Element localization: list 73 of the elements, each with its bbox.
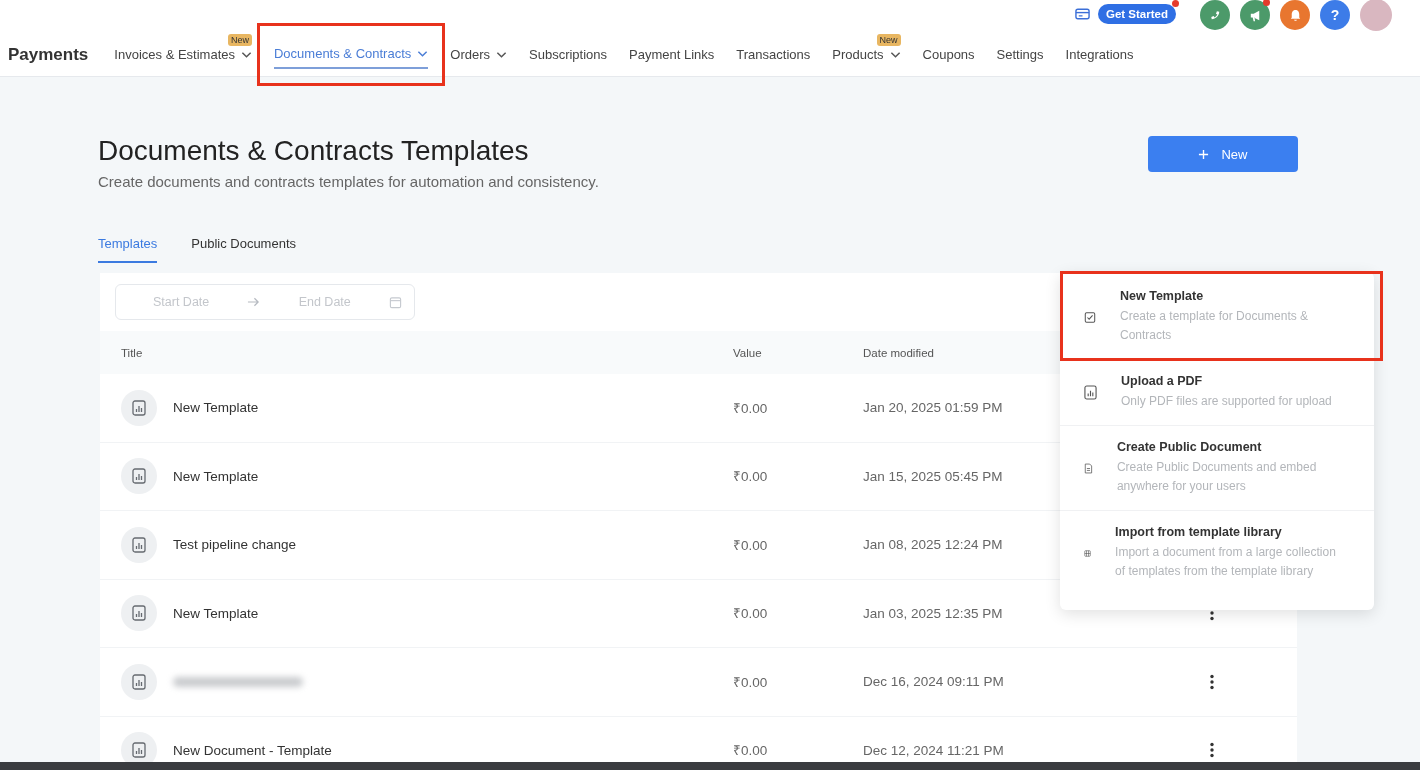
document-chart-icon	[1084, 385, 1097, 400]
template-title[interactable]: Test pipeline change	[173, 537, 297, 553]
chevron-down-icon	[889, 50, 901, 59]
nav-tab[interactable]: Settings	[996, 41, 1044, 68]
menu-item-description: Import a document from a large collection of templates from the template library	[1115, 544, 1337, 580]
phone-button[interactable]	[1200, 0, 1230, 30]
date-cell: Dec 16, 2024 09:11 PM	[863, 674, 1004, 690]
menu-item-description: Only PDF files are supported for upload	[1121, 393, 1332, 410]
document-chart-icon	[121, 389, 157, 426]
arrow-icon	[247, 297, 261, 307]
document-icon	[1084, 460, 1093, 476]
tab[interactable]: Public Documents	[191, 228, 297, 263]
value-cell-text: ₹0.00	[733, 468, 769, 486]
chevron-down-icon	[496, 50, 507, 59]
page-subtitle: Create documents and contracts templates for automation and consistency.	[98, 173, 599, 190]
notification-dot	[1263, 0, 1270, 6]
menu-item-title: New Template	[1120, 289, 1205, 303]
document-chart-icon	[121, 526, 157, 563]
menu-item-title: Import from template library	[1115, 525, 1283, 539]
new-badge: New	[227, 34, 252, 46]
menu-item[interactable]: Create Public Document Create Public Documents and embed anywhere for your users	[1060, 426, 1374, 511]
value-cell-text: ₹0.00	[733, 399, 769, 417]
menu-item-description: Create a template for Documents & Contracts	[1120, 308, 1310, 344]
date-cell: Jan 15, 2025 05:45 PM	[863, 468, 1003, 484]
chevron-down-icon	[241, 50, 252, 59]
date-cell: Jan 03, 2025 12:35 PM	[863, 605, 1003, 621]
end-date-placeholder: End Date	[298, 295, 351, 309]
app-title: Payments	[8, 44, 89, 65]
date-cell: Jan 08, 2025 12:24 PM	[863, 537, 1003, 553]
nav-tab[interactable]: Coupons	[922, 41, 975, 68]
template-title[interactable]: New Document - Template	[173, 742, 332, 758]
value-cell-text: ₹0.00	[733, 742, 769, 760]
plus-icon	[1198, 148, 1210, 160]
card-icon[interactable]	[1075, 8, 1090, 20]
column-header: Title	[120, 346, 144, 359]
column-header: Value	[733, 346, 763, 359]
menu-item-title: Create Public Document	[1116, 440, 1263, 454]
help-button[interactable]: ?	[1320, 0, 1350, 30]
menu-item[interactable]: Upload a PDF Only PDF files are supported for upload	[1060, 360, 1374, 426]
page-title: Documents & Contracts Templates	[98, 135, 530, 167]
nav-tab[interactable]: Transactions	[736, 41, 811, 68]
document-chart-icon	[121, 595, 157, 632]
value-cell-text: ₹0.00	[733, 605, 769, 623]
column-header: Date modified	[863, 346, 935, 359]
menu-item[interactable]: Import from template library Import a document from a large collection of templates from the template library	[1060, 511, 1374, 607]
document-chart-icon	[121, 663, 157, 700]
menu-item[interactable]: New Template Create a template for Documents & Contracts	[1060, 275, 1374, 360]
value-cell-text: ₹0.00	[733, 673, 769, 691]
nav-tab[interactable]: Payment Links	[629, 41, 715, 68]
nav-tab[interactable]: Orders	[450, 41, 507, 68]
bell-button[interactable]	[1280, 0, 1310, 30]
document-chart-icon	[121, 458, 157, 495]
menu-item-title: Upload a PDF	[1121, 374, 1204, 388]
menu-item-description: Create Public Documents and embed anywhere for your users	[1116, 459, 1318, 495]
date-cell: Jan 20, 2025 01:59 PM	[863, 400, 1003, 416]
template-title[interactable]: New Template	[173, 605, 259, 621]
template-title[interactable]: New Template	[173, 468, 259, 484]
value-cell-text: ₹0.00	[733, 536, 769, 554]
calendar-icon	[388, 295, 402, 309]
chevron-down-icon	[417, 49, 429, 58]
template-title[interactable]: New Template	[173, 400, 259, 416]
tab[interactable]: Templates	[98, 228, 158, 263]
nav-tab[interactable]: Documents & Contracts	[274, 40, 429, 69]
more-options-icon[interactable]	[1210, 742, 1214, 759]
nav-tab[interactable]: Subscriptions	[529, 41, 608, 68]
new-button[interactable]: New	[1148, 136, 1298, 172]
new-badge: New	[876, 34, 901, 46]
nav-tab[interactable]: Integrations	[1065, 41, 1134, 68]
start-date-placeholder: Start Date	[153, 295, 210, 309]
more-options-icon[interactable]	[1210, 673, 1214, 690]
megaphone-button[interactable]	[1240, 0, 1270, 30]
date-cell: Dec 12, 2024 11:21 PM	[863, 742, 1004, 758]
checked-document-icon	[1084, 310, 1096, 324]
